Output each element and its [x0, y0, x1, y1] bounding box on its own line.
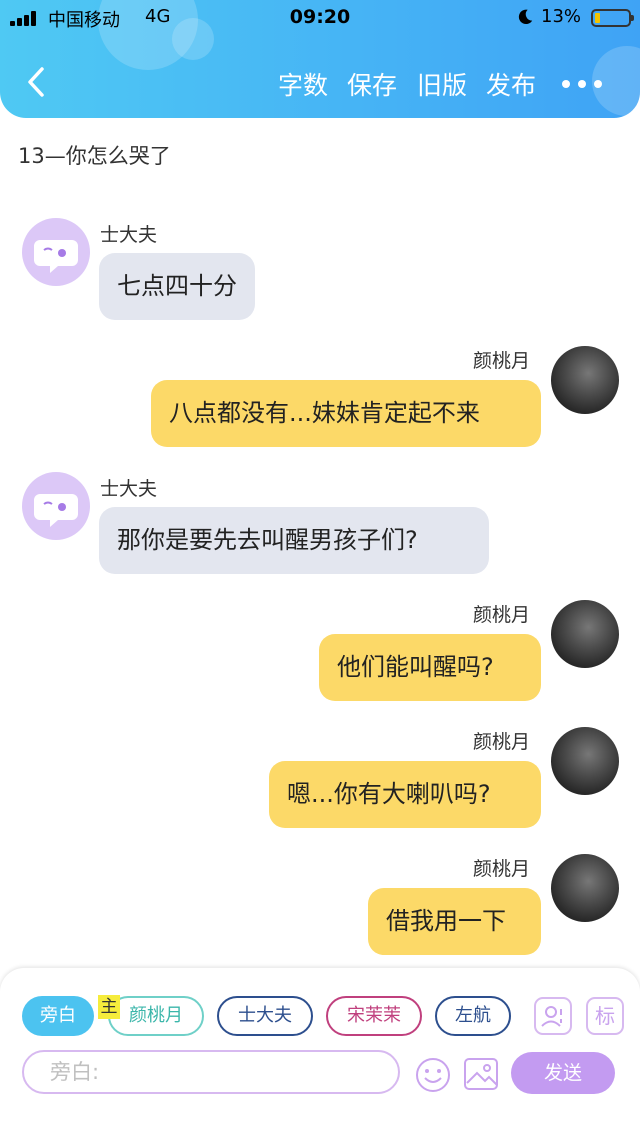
sender-name: 士大夫 — [100, 224, 158, 246]
word-count-button[interactable]: 字数 — [278, 66, 328, 102]
sender-name: 颜桃月 — [473, 731, 531, 753]
main-role-marker: 主 — [98, 995, 120, 1019]
status-bar: 中国移动 4G 09:20 13% — [0, 0, 640, 36]
chat-bubble-icon — [34, 240, 78, 273]
avatar[interactable] — [22, 218, 90, 286]
avatar[interactable] — [551, 346, 619, 414]
avatar[interactable] — [22, 472, 90, 540]
chevron-left-icon[interactable] — [22, 64, 52, 100]
message-bubble[interactable]: 嗯...你有大喇叭吗? — [269, 761, 541, 828]
moon-icon — [518, 9, 533, 25]
top-bar: 中国移动 4G 09:20 13% 字数 保存 旧版 发布 — [0, 0, 640, 118]
role-chip-narrator[interactable]: 旁白 — [22, 996, 94, 1036]
role-chip-shidafu[interactable]: 士大夫 — [217, 996, 313, 1036]
add-role-button[interactable] — [534, 997, 572, 1035]
tag-button[interactable]: 标 — [586, 997, 624, 1035]
role-chip-songmomo[interactable]: 宋茉茉 — [326, 996, 422, 1036]
message-bubble[interactable]: 借我用一下 — [368, 888, 541, 955]
battery-percent: 13% — [541, 6, 582, 27]
more-icon[interactable] — [562, 80, 602, 88]
message-input[interactable] — [22, 1050, 400, 1094]
avatar[interactable] — [551, 727, 619, 795]
emoji-icon[interactable] — [414, 1056, 452, 1094]
send-button[interactable]: 发送 — [511, 1052, 615, 1094]
chat-bubble-icon — [34, 494, 78, 527]
message-bubble[interactable]: 那你是要先去叫醒男孩子们? — [99, 507, 489, 574]
role-chip-yantaoyue[interactable]: 颜桃月 — [108, 996, 204, 1036]
role-chip-zuohang[interactable]: 左航 — [435, 996, 511, 1036]
sender-name: 颜桃月 — [473, 604, 531, 626]
publish-button[interactable]: 发布 — [486, 66, 536, 102]
chapter-title[interactable]: 13—你怎么哭了 — [18, 140, 171, 170]
image-icon[interactable] — [463, 1056, 499, 1092]
save-button[interactable]: 保存 — [347, 66, 397, 102]
old-version-button[interactable]: 旧版 — [417, 66, 467, 102]
avatar[interactable] — [551, 600, 619, 668]
message-bubble[interactable]: 他们能叫醒吗? — [319, 634, 541, 701]
battery-icon — [591, 9, 634, 27]
sender-name: 颜桃月 — [473, 350, 531, 372]
user-icon — [541, 1006, 562, 1027]
avatar[interactable] — [551, 854, 619, 922]
message-bubble[interactable]: 八点都没有...妹妹肯定起不来 — [151, 380, 541, 447]
sender-name: 士大夫 — [100, 478, 158, 500]
message-bubble[interactable]: 七点四十分 — [99, 253, 255, 320]
sender-name: 颜桃月 — [473, 858, 531, 880]
